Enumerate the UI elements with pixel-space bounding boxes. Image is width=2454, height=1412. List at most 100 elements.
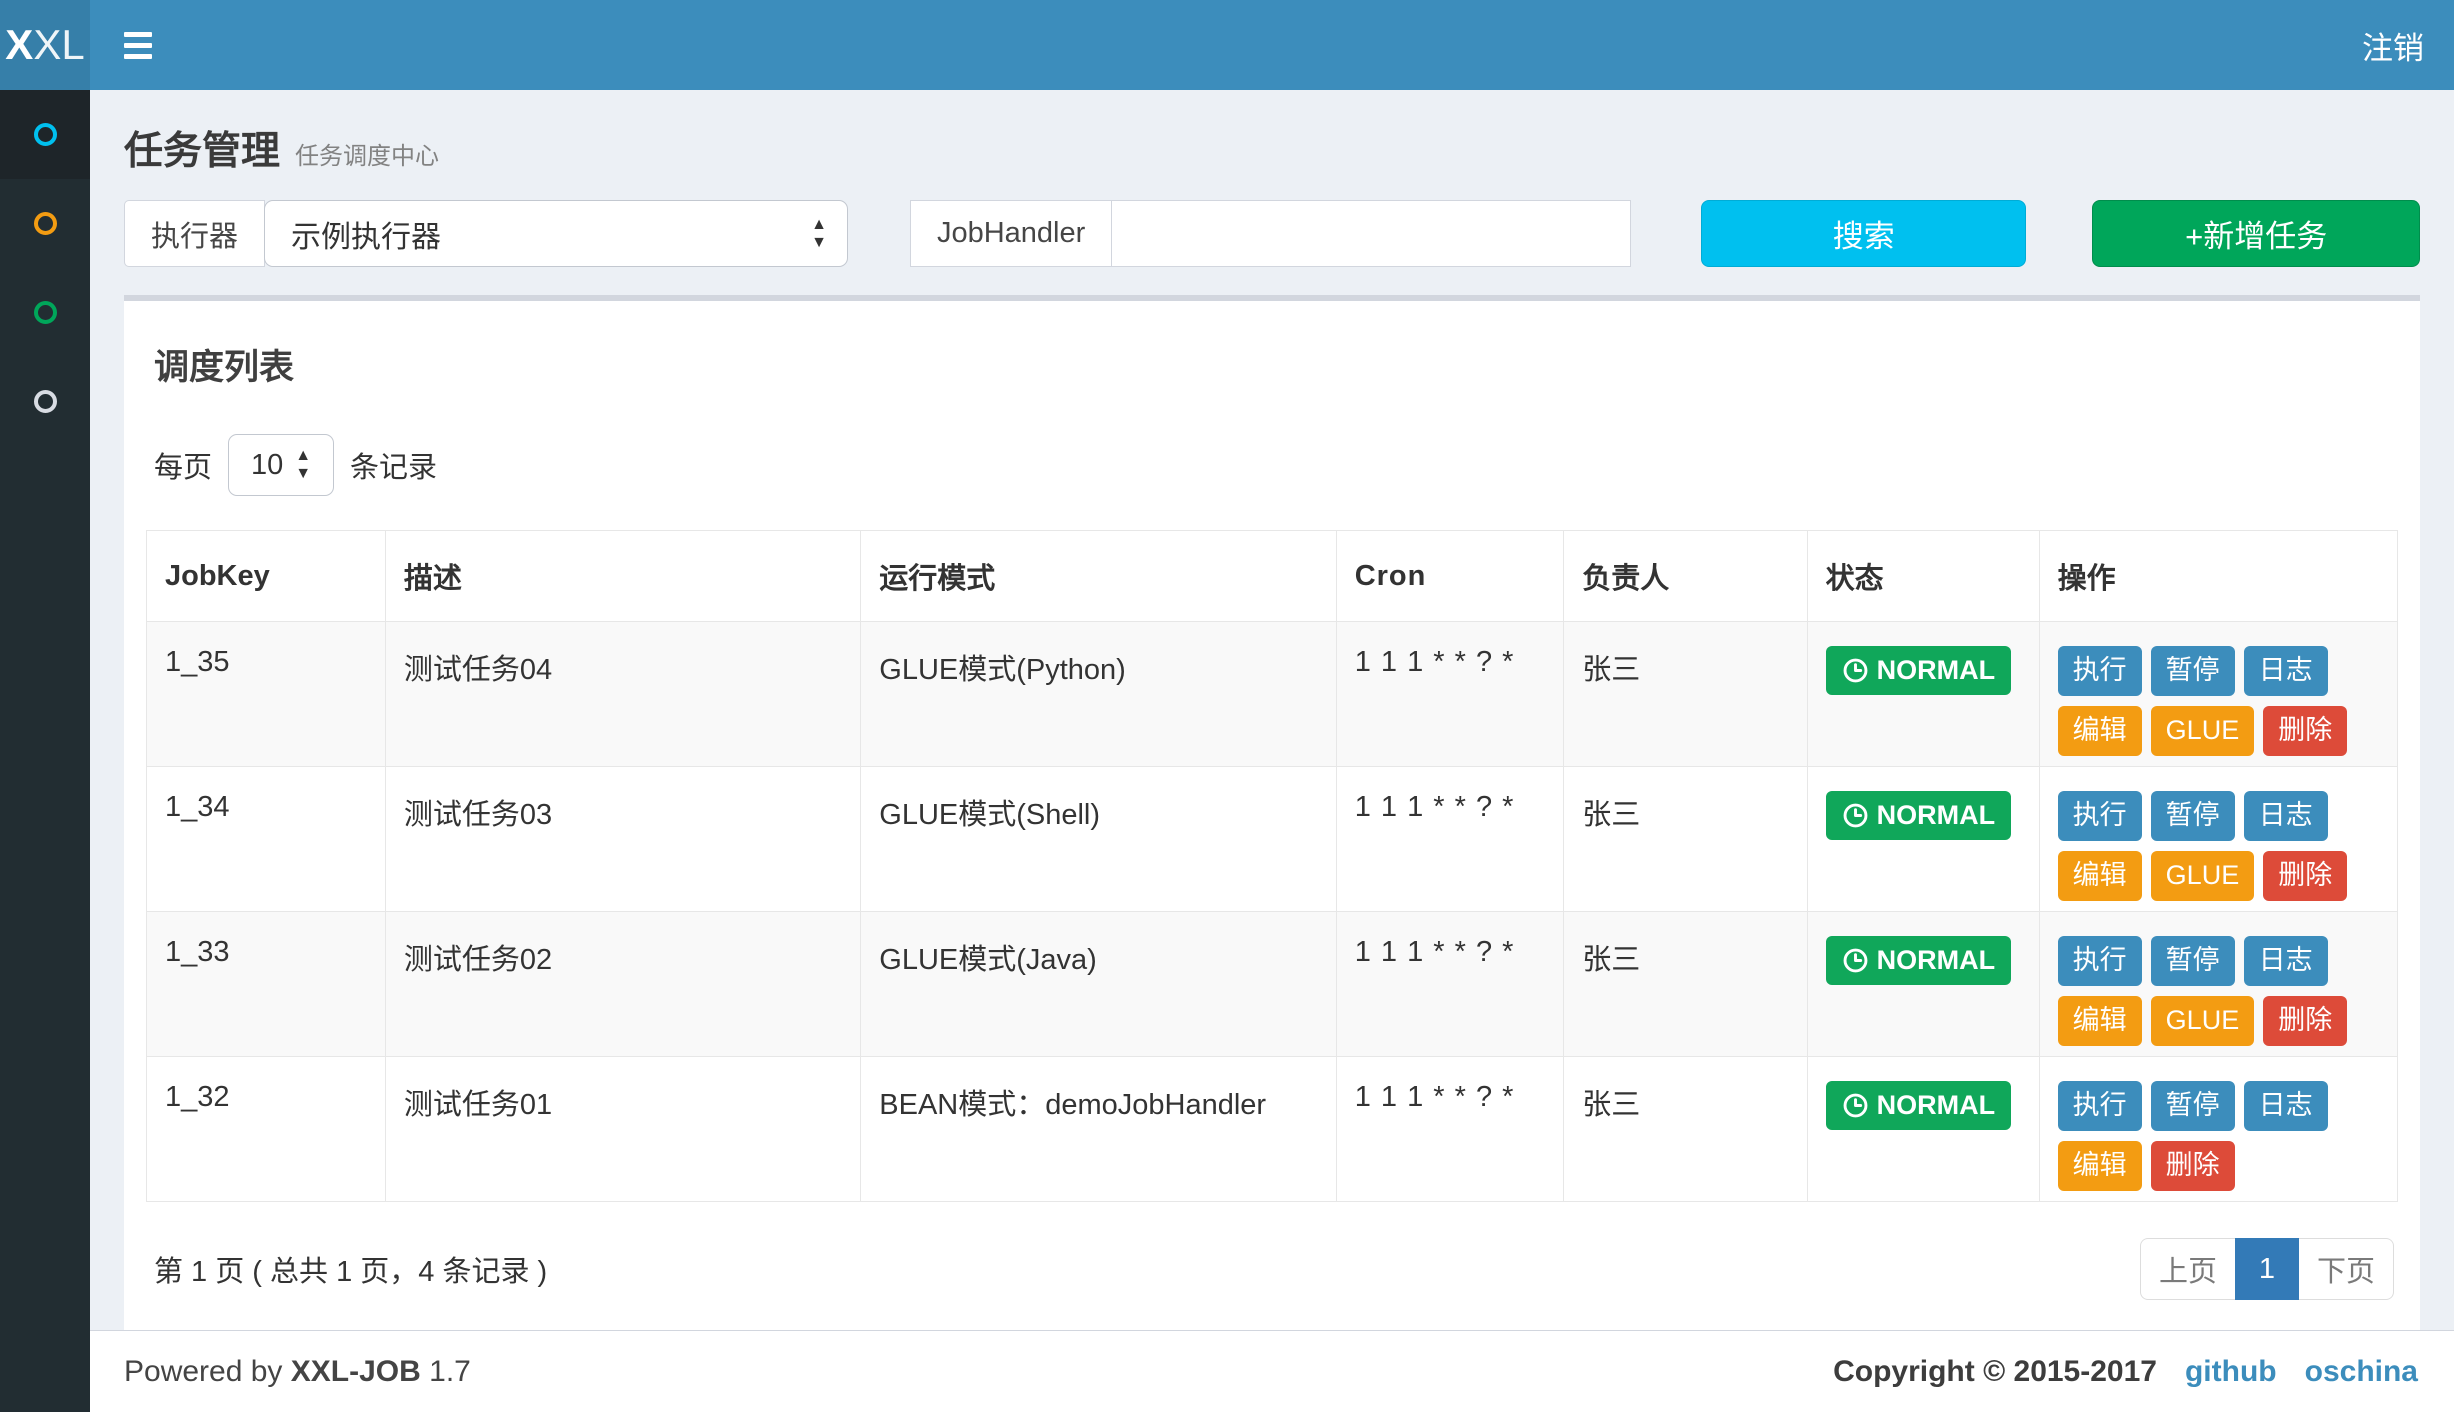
sidebar-nav: [0, 90, 90, 1412]
sidebar-item-1[interactable]: [0, 90, 90, 179]
cell-actions: 执行暂停日志 编辑GLUE删除: [2039, 622, 2397, 767]
cell-jobkey: 1_33: [147, 912, 386, 1057]
column-header-desc[interactable]: 描述: [385, 531, 860, 622]
actions-row-1: 执行暂停日志: [2058, 1081, 2379, 1131]
cell-cron: 1 1 1 * * ? *: [1336, 767, 1564, 912]
select-arrows-icon: ▲▼: [811, 217, 827, 251]
oschina-link[interactable]: oschina: [2305, 1355, 2418, 1389]
product-name: XXL-JOB: [291, 1355, 421, 1388]
filter-toolbar: 执行器 示例执行器 ▲▼ JobHandler 搜索 +新增任务: [90, 200, 2454, 267]
sidebar-item-2[interactable]: [0, 179, 90, 268]
circle-icon: [34, 301, 57, 324]
cell-mode: BEAN模式：demoJobHandler: [861, 1057, 1336, 1202]
cell-desc: 测试任务01: [385, 1057, 860, 1202]
schedule-list-panel: 调度列表 每页 10 ▲▼ 条记录 JobKey 描述 运行模式 Cron 负责…: [124, 295, 2420, 1336]
circle-icon: [34, 212, 57, 235]
table-row: 1_35 测试任务04 GLUE模式(Python) 1 1 1 * * ? *…: [147, 622, 2398, 767]
page-size-value: 10: [251, 449, 283, 482]
jobs-table: JobKey 描述 运行模式 Cron 负责人 状态 操作 1_35 测试任务0…: [146, 530, 2398, 1202]
content-header: 任务管理 任务调度中心: [90, 90, 2454, 186]
cell-owner: 张三: [1564, 912, 1807, 1057]
cell-jobkey: 1_34: [147, 767, 386, 912]
table-row: 1_33 测试任务02 GLUE模式(Java) 1 1 1 * * ? * 张…: [147, 912, 2398, 1057]
page-size-control: 每页 10 ▲▼ 条记录: [154, 434, 2398, 496]
executor-label: 执行器: [124, 200, 265, 267]
clock-icon: [1842, 657, 1869, 684]
execute-button[interactable]: 执行: [2058, 936, 2142, 986]
app-logo[interactable]: XXL: [0, 0, 90, 90]
actions-row-2: 编辑GLUE删除: [2058, 851, 2379, 901]
pause-button[interactable]: 暂停: [2151, 791, 2235, 841]
jobhandler-filter-group: JobHandler: [910, 200, 1631, 267]
column-header-mode[interactable]: 运行模式: [861, 531, 1336, 622]
jobhandler-input[interactable]: [1112, 200, 1631, 267]
execute-button[interactable]: 执行: [2058, 791, 2142, 841]
cell-actions: 执行暂停日志 编辑GLUE删除: [2039, 767, 2397, 912]
log-button[interactable]: 日志: [2244, 1081, 2328, 1131]
column-header-owner[interactable]: 负责人: [1564, 531, 1807, 622]
edit-button[interactable]: 编辑: [2058, 1141, 2142, 1191]
glue-button[interactable]: GLUE: [2151, 851, 2255, 901]
table-header-row: JobKey 描述 运行模式 Cron 负责人 状态 操作: [147, 531, 2398, 622]
glue-button[interactable]: GLUE: [2151, 996, 2255, 1046]
circle-icon: [34, 390, 57, 413]
column-header-cron[interactable]: Cron: [1336, 531, 1564, 622]
search-button[interactable]: 搜索: [1701, 200, 2027, 267]
log-button[interactable]: 日志: [2244, 791, 2328, 841]
footer-powered-by: Powered by XXL-JOB 1.7: [124, 1355, 471, 1389]
pager-page-1-button[interactable]: 1: [2235, 1238, 2299, 1300]
cell-owner: 张三: [1564, 1057, 1807, 1202]
table-row: 1_32 测试任务01 BEAN模式：demoJobHandler 1 1 1 …: [147, 1057, 2398, 1202]
actions-row-1: 执行暂停日志: [2058, 646, 2379, 696]
column-header-status[interactable]: 状态: [1807, 531, 2039, 622]
logo-text-bold: X: [5, 21, 33, 69]
executor-filter-group: 执行器 示例执行器 ▲▼: [124, 200, 848, 267]
pause-button[interactable]: 暂停: [2151, 1081, 2235, 1131]
executor-select[interactable]: 示例执行器 ▲▼: [264, 200, 848, 267]
execute-button[interactable]: 执行: [2058, 646, 2142, 696]
cell-status: NORMAL: [1807, 1057, 2039, 1202]
pager-prev-button[interactable]: 上页: [2140, 1238, 2235, 1300]
status-label: NORMAL: [1877, 800, 1995, 831]
github-link[interactable]: github: [2185, 1355, 2277, 1389]
page-size-select[interactable]: 10 ▲▼: [228, 434, 334, 496]
edit-button[interactable]: 编辑: [2058, 706, 2142, 756]
actions-row-1: 执行暂停日志: [2058, 791, 2379, 841]
cell-status: NORMAL: [1807, 767, 2039, 912]
pager-next-button[interactable]: 下页: [2299, 1238, 2394, 1300]
cell-status: NORMAL: [1807, 622, 2039, 767]
sidebar-item-4[interactable]: [0, 357, 90, 446]
pause-button[interactable]: 暂停: [2151, 646, 2235, 696]
glue-button[interactable]: GLUE: [2151, 706, 2255, 756]
execute-button[interactable]: 执行: [2058, 1081, 2142, 1131]
cell-actions: 执行暂停日志 编辑GLUE删除: [2039, 912, 2397, 1057]
add-job-button[interactable]: +新增任务: [2092, 200, 2420, 267]
cell-mode: GLUE模式(Java): [861, 912, 1336, 1057]
cell-desc: 测试任务02: [385, 912, 860, 1057]
delete-button[interactable]: 删除: [2263, 706, 2347, 756]
circle-icon: [34, 123, 57, 146]
cell-mode: GLUE模式(Shell): [861, 767, 1336, 912]
delete-button[interactable]: 删除: [2151, 1141, 2235, 1191]
delete-button[interactable]: 删除: [2263, 996, 2347, 1046]
sidebar-toggle-hamburger-icon[interactable]: [124, 0, 152, 90]
actions-row-2: 编辑GLUE删除: [2058, 996, 2379, 1046]
log-button[interactable]: 日志: [2244, 646, 2328, 696]
column-header-actions[interactable]: 操作: [2039, 531, 2397, 622]
edit-button[interactable]: 编辑: [2058, 996, 2142, 1046]
log-button[interactable]: 日志: [2244, 936, 2328, 986]
cell-actions: 执行暂停日志 编辑删除: [2039, 1057, 2397, 1202]
pause-button[interactable]: 暂停: [2151, 936, 2235, 986]
sidebar-item-3[interactable]: [0, 268, 90, 357]
cell-desc: 测试任务04: [385, 622, 860, 767]
logout-link[interactable]: 注销: [2332, 0, 2454, 90]
edit-button[interactable]: 编辑: [2058, 851, 2142, 901]
actions-row-1: 执行暂停日志: [2058, 936, 2379, 986]
delete-button[interactable]: 删除: [2263, 851, 2347, 901]
cell-desc: 测试任务03: [385, 767, 860, 912]
logo-text-light: XL: [33, 21, 84, 69]
page-size-suffix: 条记录: [350, 444, 437, 486]
jobhandler-label: JobHandler: [910, 200, 1112, 267]
column-header-jobkey[interactable]: JobKey: [147, 531, 386, 622]
cell-jobkey: 1_35: [147, 622, 386, 767]
